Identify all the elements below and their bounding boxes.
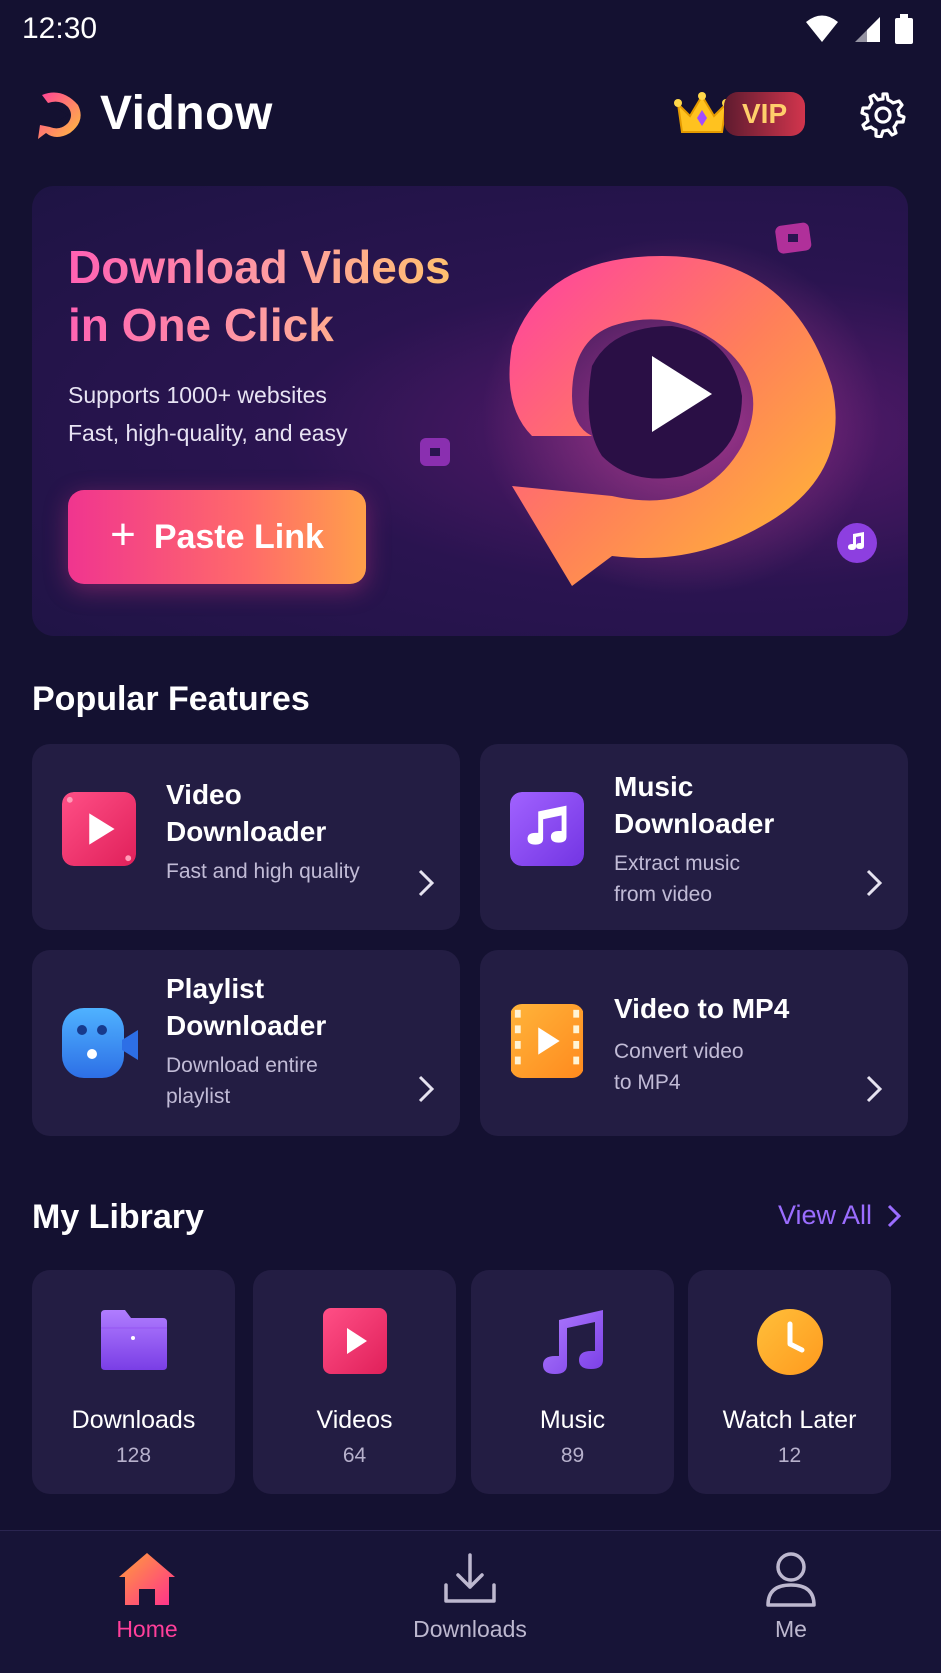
hero-title: Download Videos in One Click — [68, 238, 451, 354]
feature-title: Playlist Downloader — [166, 970, 326, 1044]
paste-link-label: Paste Link — [153, 517, 324, 556]
view-all-label: View All — [778, 1200, 873, 1230]
crown-icon — [674, 92, 730, 133]
chevron-right-icon — [866, 869, 883, 897]
library-item-label: Music — [539, 1406, 606, 1434]
playlist-camera-icon — [62, 1008, 138, 1078]
library-item-count: 89 — [560, 1444, 585, 1467]
feature-title: Music Downloader — [614, 768, 774, 842]
library-item-count: 64 — [342, 1444, 367, 1467]
library-item-watch-later[interactable]: Watch Later 12 — [688, 1270, 891, 1494]
hero-title-line2: in One Click — [68, 299, 334, 351]
view-all-link[interactable]: View All — [778, 1200, 902, 1231]
feature-desc: Convert video to MP4 — [614, 1036, 744, 1098]
feature-title-line2: Downloader — [166, 1010, 327, 1041]
feature-card-video-to-mp4[interactable]: Video to MP4 Convert video to MP4 — [480, 950, 908, 1136]
library-item-downloads[interactable]: Downloads 128 — [32, 1270, 235, 1494]
music-note-icon — [542, 1310, 603, 1374]
hero-subtitle-line2: Fast, high-quality, and easy — [68, 420, 348, 446]
video-box-icon — [420, 438, 450, 466]
clock-icon — [756, 1309, 823, 1375]
download-icon — [444, 1553, 496, 1603]
library-item-count: 128 — [115, 1444, 152, 1467]
home-icon — [119, 1553, 175, 1605]
feature-desc-line1: Download entire — [166, 1054, 318, 1077]
hero-subtitle: Supports 1000+ websites Fast, high-quali… — [68, 376, 348, 452]
folder-icon — [100, 1310, 167, 1370]
video-play-icon — [322, 1308, 387, 1374]
music-badge-icon — [837, 523, 877, 563]
gear-icon — [860, 92, 906, 139]
library-item-label: Downloads — [71, 1406, 196, 1434]
feature-card-video-downloader[interactable]: Video Downloader Fast and high quality — [32, 744, 460, 930]
nav-home[interactable]: Home — [47, 1551, 247, 1643]
app-logo: Vidnow — [32, 86, 273, 141]
nav-home-label: Home — [116, 1616, 178, 1642]
vidnow-logo-icon — [38, 92, 81, 139]
battery-icon — [895, 14, 913, 44]
feature-title-line1: Video to MP4 — [614, 993, 790, 1024]
app-name: Vidnow — [100, 87, 273, 140]
feature-desc-line1: Convert video — [614, 1040, 744, 1063]
chevron-right-icon — [418, 1075, 435, 1103]
cellular-signal-icon — [855, 17, 880, 42]
library-item-label: Videos — [316, 1406, 393, 1434]
status-icons — [805, 14, 913, 44]
plus-icon: + — [110, 510, 136, 559]
chevron-right-icon — [418, 869, 435, 897]
hero-play-logo-icon — [482, 236, 882, 596]
feature-desc: Fast and high quality — [166, 856, 360, 887]
nav-downloads[interactable]: Downloads — [370, 1551, 570, 1643]
nav-me-label: Me — [775, 1616, 807, 1642]
feature-desc-line2: to MP4 — [614, 1071, 681, 1094]
bottom-nav: Home Downloads Me — [0, 1530, 941, 1673]
library-item-music[interactable]: Music 89 — [471, 1270, 674, 1494]
feature-title-line1: Video — [166, 779, 242, 810]
feature-card-playlist-downloader[interactable]: Playlist Downloader Download entire play… — [32, 950, 460, 1136]
feature-title: Video Downloader — [166, 776, 326, 850]
feature-desc: Download entire playlist — [166, 1050, 318, 1112]
chevron-right-icon — [888, 1204, 902, 1227]
feature-title-line2: Downloader — [166, 816, 327, 847]
library-item-label: Watch Later — [722, 1406, 857, 1434]
video-play-icon — [62, 792, 136, 866]
library-item-count: 12 — [777, 1444, 802, 1467]
hero-subtitle-line1: Supports 1000+ websites — [68, 382, 327, 408]
feature-desc-line1: Extract music — [614, 852, 741, 875]
feature-title-line2: Downloader — [614, 808, 775, 839]
music-note-icon — [510, 792, 584, 866]
nav-downloads-label: Downloads — [413, 1616, 527, 1642]
wifi-icon — [806, 15, 838, 42]
settings-button[interactable] — [860, 92, 906, 143]
feature-desc-line2: from video — [614, 883, 713, 906]
library-item-videos[interactable]: Videos 64 — [253, 1270, 456, 1494]
feature-desc: Extract music from video — [614, 848, 740, 910]
feature-title: Video to MP4 — [614, 990, 789, 1027]
chevron-right-icon — [866, 1075, 883, 1103]
film-clap-icon — [775, 222, 812, 254]
feature-card-music-downloader[interactable]: Music Downloader Extract music from vide… — [480, 744, 908, 930]
nav-me[interactable]: Me — [691, 1551, 891, 1643]
feature-title-line1: Playlist — [166, 973, 265, 1004]
hero-title-line1: Download Videos — [68, 241, 451, 293]
my-library-title: My Library — [32, 1198, 204, 1236]
vip-badge: VIP — [724, 92, 806, 136]
status-time: 12:30 — [22, 12, 98, 45]
vip-button[interactable]: VIP — [674, 92, 806, 136]
film-strip-icon — [510, 1004, 584, 1078]
profile-icon — [766, 1552, 816, 1607]
feature-desc-line2: playlist — [166, 1085, 231, 1108]
paste-link-button[interactable]: + Paste Link — [68, 490, 366, 584]
feature-title-line1: Music — [614, 771, 694, 802]
popular-features-title: Popular Features — [32, 680, 310, 718]
feature-desc-line1: Fast and high quality — [166, 860, 360, 883]
hero-banner: Download Videos in One Click Supports 10… — [32, 186, 908, 636]
